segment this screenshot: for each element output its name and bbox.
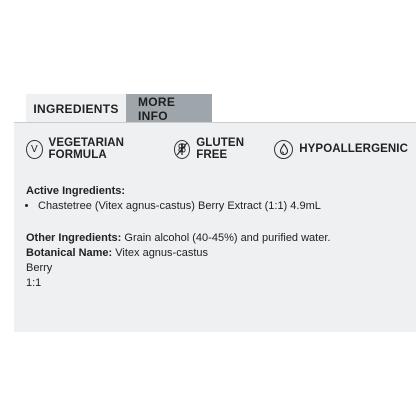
vegetarian-v-icon: V: [26, 139, 43, 159]
tab-more-info[interactable]: MORE INFO: [126, 94, 212, 123]
tab-ingredients[interactable]: INGREDIENTS: [26, 94, 126, 123]
botanical-name-value: Vitex agnus-castus: [112, 247, 208, 259]
badge-label: HYPOALLERGENIC: [299, 143, 408, 155]
list-item: Chastetree (Vitex agnus-castus) Berry Ex…: [38, 199, 330, 214]
droplet-icon: [274, 139, 294, 159]
other-ingredients-value: Grain alcohol (40-45%) and purified wate…: [121, 232, 331, 244]
ingredients-panel: V VEGETARIAN FORMULA GLUTEN FREE HYPOALL…: [14, 122, 416, 332]
active-ingredients-heading: Active Ingredients:: [26, 185, 126, 197]
other-ingredients-heading: Other Ingredients:: [26, 232, 122, 244]
badge-label: GLUTEN FREE: [196, 137, 245, 161]
wheat-crossed-icon: [173, 139, 191, 159]
botanical-name-heading: Botanical Name:: [26, 247, 113, 259]
badge-row: V VEGETARIAN FORMULA GLUTEN FREE HYPOALL…: [26, 137, 416, 161]
badge-gluten-free: GLUTEN FREE: [173, 137, 267, 161]
badge-vegetarian: V VEGETARIAN FORMULA: [26, 137, 166, 161]
other-ingredients-line: Other Ingredients: Grain alcohol (40-45%…: [26, 231, 330, 246]
botanical-name-line: Botanical Name: Vitex agnus-castus: [26, 246, 330, 261]
ingredients-content: Active Ingredients: Chastetree (Vitex ag…: [26, 184, 330, 291]
tab-bar: INGREDIENTS MORE INFO: [26, 94, 212, 123]
extract-ratio: 1:1: [26, 277, 42, 289]
plant-part: Berry: [26, 262, 53, 274]
active-ingredients-list: Chastetree (Vitex agnus-castus) Berry Ex…: [26, 199, 330, 214]
badge-label: VEGETARIAN FORMULA: [48, 137, 125, 161]
badge-hypoallergenic: HYPOALLERGENIC: [274, 139, 408, 159]
